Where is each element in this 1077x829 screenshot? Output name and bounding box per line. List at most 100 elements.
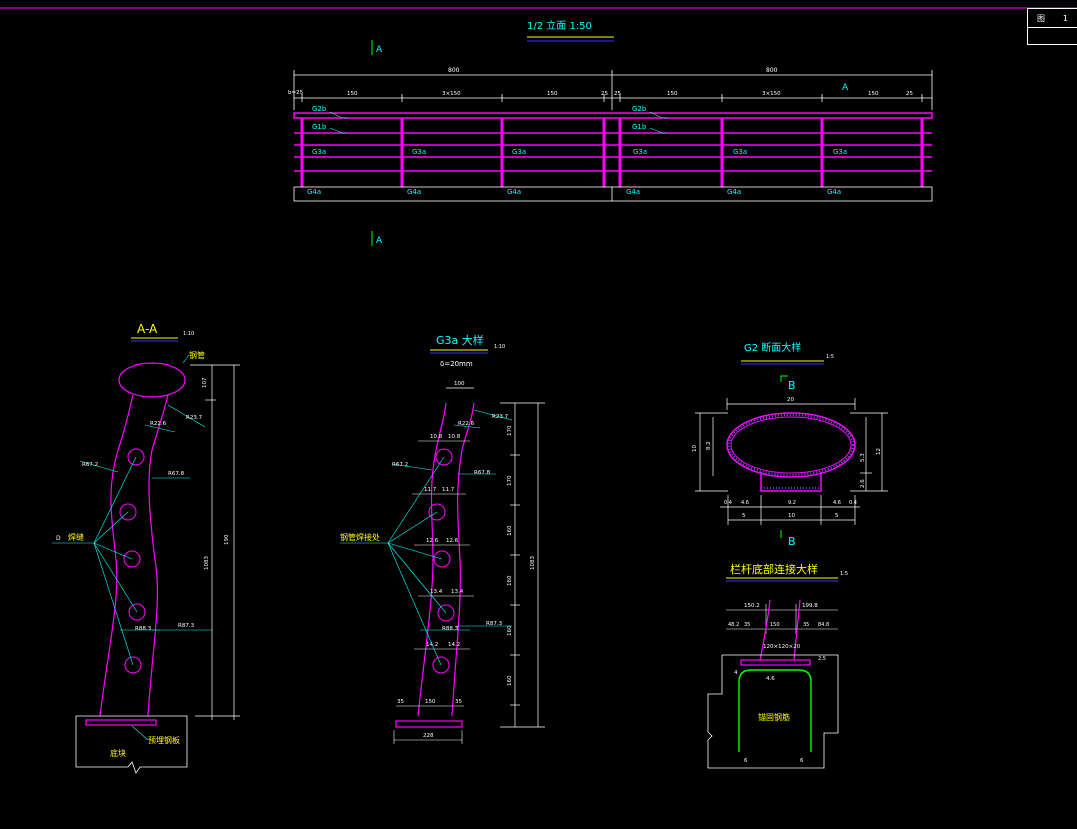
g3a-r1: R23.7 (492, 414, 509, 420)
label-g1b-left: G1b (312, 123, 327, 131)
base-bdim-1: 6 (800, 758, 804, 764)
g2-b1-0: 0.4 (724, 500, 732, 506)
g3a-rdim-5: 160 (507, 675, 513, 686)
base-title: 栏杆底部连接大样 (730, 562, 818, 576)
dim-total-left: 800 (448, 67, 460, 74)
g3a-detail: G3a 大样 1:10 δ=20mm 100 10.8 10.8 11.7 11… (340, 333, 545, 744)
label-g3a-3: G3a (512, 148, 526, 156)
g2-section-mark-top: B (788, 379, 796, 392)
dim-sub-l0: b=25 (288, 90, 304, 96)
g2-section-mark-bottom: B (788, 535, 796, 548)
g3a-idim-3: 11.7 (442, 487, 455, 493)
g3a-rdim-2: 160 (507, 525, 513, 536)
label-g4a-6: G4a (827, 188, 841, 196)
aa-r4: R67.8 (168, 471, 185, 477)
label-g4a-2: G4a (407, 188, 421, 196)
g2-ldim-0: 10 (692, 445, 698, 452)
label-g2b-left: G2b (312, 105, 327, 113)
g3a-r4: R67.8 (474, 470, 491, 476)
section-mark-right: A (842, 83, 849, 93)
title-block: 图 1 (1027, 8, 1077, 45)
g2-b2-0: 5 (742, 513, 746, 519)
label-g4a-4: G4a (626, 188, 640, 196)
title-block-right: 1 (1062, 13, 1069, 23)
aa-anchor-label: 预埋钢板 (148, 735, 180, 745)
label-g2b-right: G2b (632, 105, 647, 113)
title-block-left: 图 (1036, 13, 1045, 23)
dim-sub-r0: 25 (614, 91, 621, 97)
aa-title: A-A (137, 322, 158, 336)
base-side-dim: 2.5 (818, 656, 826, 662)
g3a-weld-label: 钢管焊接处 (340, 532, 380, 542)
aa-r3: R67.2 (82, 462, 98, 468)
elevation-view: 1/2 立面 1:50 A A A 800 800 b=25 150 3×150… (288, 19, 933, 246)
g3a-title: G3a 大样 (436, 333, 484, 347)
label-g3a-5: G3a (733, 148, 747, 156)
base-anchor-label: 锚固钢筋 (758, 712, 790, 722)
base-mdim-3: 35 (803, 622, 809, 628)
base-scale: 1:5 (840, 571, 848, 577)
dim-row-total (293, 70, 933, 110)
base-plate-label: 120×120×20 (763, 644, 801, 650)
g3a-r6: R87.3 (486, 621, 503, 627)
g3a-idim-5: 12.6 (446, 538, 459, 544)
base-mdim-2: 150 (770, 622, 780, 628)
g3a-rdim-4: 160 (507, 625, 513, 636)
g3a-idim-0: 10.8 (430, 434, 443, 440)
dim-sub-l3: 150 (547, 91, 558, 97)
g3a-scale: 1:10 (494, 344, 505, 350)
base-tdim-1: 199.8 (802, 603, 818, 609)
section-aa: A-A 1:10 底块 预埋钢板 钢管 焊缝 D R23.7 R22.6 R67… (52, 322, 240, 774)
g3a-idim-6: 13.4 (430, 589, 443, 595)
dim-sub-l2: 3×150 (442, 91, 461, 97)
g3a-rdim-0: 170 (507, 425, 513, 436)
aa-pipe-label: 钢管 (189, 350, 205, 360)
dim-sub-r2: 3×150 (762, 91, 781, 97)
label-g3a-2: G3a (412, 148, 426, 156)
dim-sub-l1: 150 (347, 91, 358, 97)
g2-rdim-0: 5.3 (860, 453, 866, 462)
aa-r1: R23.7 (186, 415, 203, 421)
label-g1b-right: G1b (632, 123, 647, 131)
title-block-row: 图 1 (1028, 9, 1077, 28)
g2-section: G2 断面大样 1:5 B B 20 10 8.2 5.3 12 2.6 0.4… (692, 341, 888, 548)
elevation-title: 1/2 立面 1:50 (527, 19, 592, 32)
base-bdim-0: 6 (744, 758, 748, 764)
label-g4a-1: G4a (307, 188, 321, 196)
g3a-base-width: 228 (423, 733, 434, 739)
g3a-r2: R22.6 (458, 421, 475, 427)
cad-drawing-canvas: 1/2 立面 1:50 A A A 800 800 b=25 150 3×150… (0, 7, 1077, 774)
g3a-rdim-1: 170 (507, 475, 513, 486)
base-mdim-0: 48.2 (728, 622, 739, 628)
dim-row-sub (294, 94, 932, 102)
dim-sub-r1: 150 (667, 91, 678, 97)
railings (293, 112, 933, 172)
g3a-idim-2: 11.7 (424, 487, 437, 493)
label-g4a-5: G4a (727, 188, 741, 196)
aa-dim-2: 190 (224, 534, 230, 545)
g3a-bdim-0: 35 (397, 699, 404, 705)
base-mdim-1: 35 (744, 622, 750, 628)
g2-b1-3: 4.6 (833, 500, 841, 506)
g2-b2-2: 5 (835, 513, 839, 519)
aa-r5: R88.3 (135, 626, 152, 632)
g3a-rdim-3: 160 (507, 575, 513, 586)
base-dim-4: 4 (734, 670, 738, 676)
g2-b1-2: 9.2 (788, 500, 796, 506)
g2-b1-1: 4.6 (741, 500, 749, 506)
g3a-bdim-2: 35 (455, 699, 462, 705)
section-mark-top: A (376, 45, 383, 55)
g3a-top-width: 100 (454, 381, 465, 387)
g3a-idim-1: 10.8 (448, 434, 461, 440)
aa-dim-1: 107 (202, 377, 208, 388)
aa-base-label: 底块 (110, 748, 126, 758)
dim-sub-r3: 150 (868, 91, 879, 97)
g3a-rdim-6: 1083 (530, 556, 536, 570)
base-mdim-4: 84.8 (818, 622, 829, 628)
aa-dim-3: 1083 (204, 556, 210, 570)
base-dim-46: 4.6 (766, 676, 775, 682)
dim-sub-l4: 25 (601, 91, 608, 97)
g3a-idim-4: 12.6 (426, 538, 439, 544)
g2-title: G2 断面大样 (744, 341, 801, 354)
g2-top-width: 20 (787, 397, 794, 403)
